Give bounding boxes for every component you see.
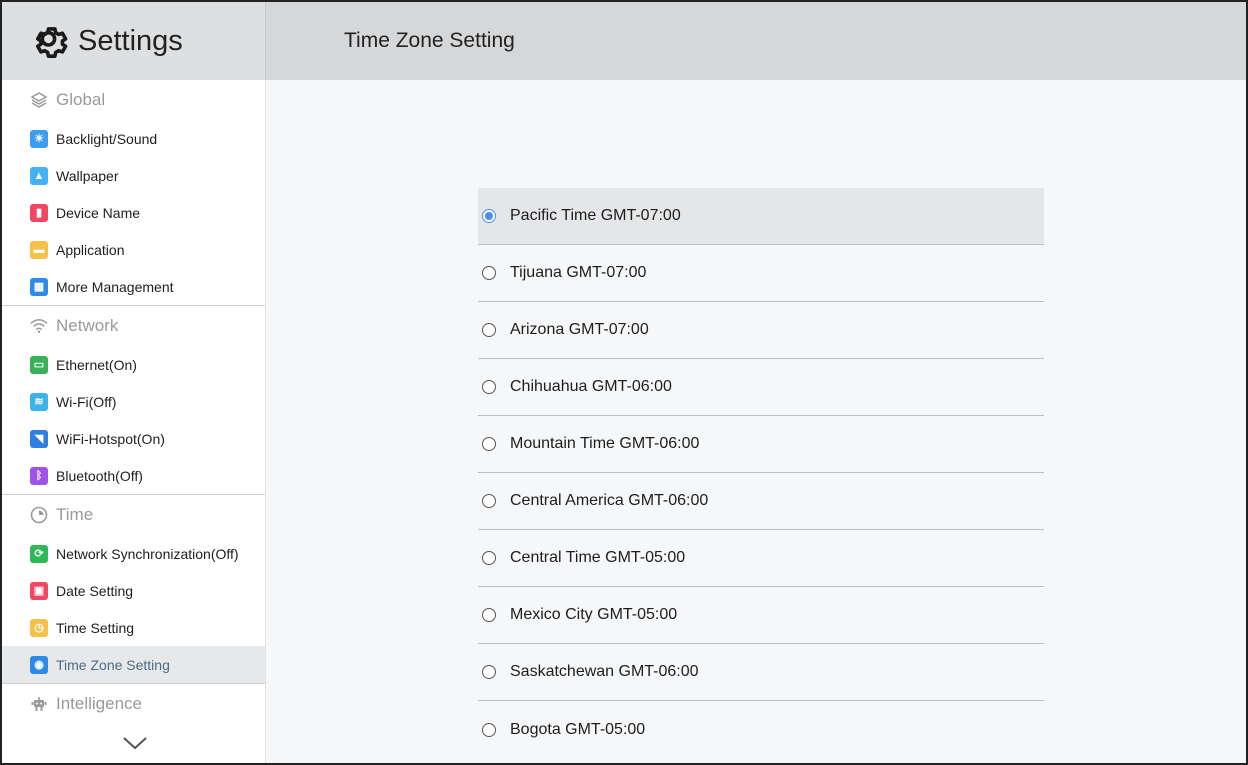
chevron-down-icon[interactable] <box>120 733 150 753</box>
timezone-option[interactable]: Bogota GMT-05:00 <box>478 701 1044 758</box>
timezone-option[interactable]: Tijuana GMT-07:00 <box>478 245 1044 302</box>
sidebar: Global ☀ Backlight/Sound ▲ Wallpaper ▮ D… <box>2 80 266 763</box>
timezone-option[interactable]: Mountain Time GMT-06:00 <box>478 416 1044 473</box>
timezone-option[interactable]: Pacific Time GMT-07:00 <box>478 188 1044 245</box>
sidebar-item-time-setting[interactable]: ◷ Time Setting <box>2 609 265 646</box>
radio-button[interactable] <box>482 494 496 508</box>
layers-icon <box>30 91 48 109</box>
timezone-option[interactable]: Central Time GMT-05:00 <box>478 530 1044 587</box>
timezone-label: Mexico City GMT-05:00 <box>510 606 678 623</box>
radio-button-selected[interactable] <box>482 209 496 223</box>
timezone-label: Tijuana GMT-07:00 <box>510 264 647 281</box>
sidebar-item-label: Ethernet(On) <box>56 356 137 373</box>
sidebar-item-label: Device Name <box>56 204 141 221</box>
backlight-sound-icon: ☀ <box>30 129 48 148</box>
radio-button[interactable] <box>482 266 496 280</box>
page-title: Time Zone Setting <box>344 29 515 52</box>
wifi-icon <box>30 317 48 335</box>
calendar-icon: ▣ <box>30 581 48 600</box>
section-header-time[interactable]: Time <box>2 495 265 535</box>
sidebar-item-label: Network Synchronization(Off) <box>56 545 239 562</box>
sidebar-item-application[interactable]: ▬ Application <box>2 231 265 268</box>
section-title: Network <box>56 316 119 335</box>
sidebar-item-label: Application <box>56 241 125 258</box>
main-content: Pacific Time GMT-07:00 Tijuana GMT-07:00… <box>266 80 1246 763</box>
radio-button[interactable] <box>482 608 496 622</box>
wifi-item-icon: ≋ <box>30 392 48 411</box>
timezone-label: Bogota GMT-05:00 <box>510 720 646 738</box>
settings-brand: Settings <box>2 2 266 80</box>
timezone-option[interactable]: Central America GMT-06:00 <box>478 473 1044 530</box>
sidebar-item-bluetooth[interactable]: ᛒ Bluetooth(Off) <box>2 457 265 494</box>
sync-icon: ⟳ <box>30 544 48 563</box>
sidebar-item-wifi-hotspot[interactable]: ◥ WiFi-Hotspot(On) <box>2 420 265 457</box>
sidebar-item-more-management[interactable]: ▦ More Management <box>2 268 265 305</box>
timezone-label: Pacific Time GMT-07:00 <box>510 207 681 224</box>
timezone-label: Arizona GMT-07:00 <box>510 321 649 338</box>
wallpaper-icon: ▲ <box>30 166 48 185</box>
device-name-icon: ▮ <box>30 203 48 222</box>
sidebar-item-label: Time Setting <box>56 619 135 636</box>
timezone-label: Saskatchewan GMT-06:00 <box>510 663 699 680</box>
timezone-option[interactable]: Arizona GMT-07:00 <box>478 302 1044 359</box>
sidebar-item-time-zone-setting[interactable]: ◉ Time Zone Setting <box>2 646 265 683</box>
sidebar-item-label: Backlight/Sound <box>56 130 158 147</box>
top-bar: Settings Time Zone Setting <box>2 2 1246 80</box>
settings-window: Settings Time Zone Setting Global ☀ Back… <box>0 0 1248 765</box>
radio-button[interactable] <box>482 323 496 337</box>
section-title: Time <box>56 505 94 524</box>
sidebar-item-network-synchronization[interactable]: ⟳ Network Synchronization(Off) <box>2 535 265 572</box>
radio-button[interactable] <box>482 722 496 737</box>
section-header-intelligence[interactable]: Intelligence <box>2 684 265 724</box>
sidebar-item-label: Wallpaper <box>56 167 119 184</box>
robot-icon <box>30 695 48 713</box>
timezone-option[interactable]: Saskatchewan GMT-06:00 <box>478 644 1044 701</box>
radio-button[interactable] <box>482 380 496 394</box>
timezone-label: Mountain Time GMT-06:00 <box>510 435 700 452</box>
sidebar-item-label: Wi-Fi(Off) <box>56 393 117 410</box>
hotspot-icon: ◥ <box>30 429 48 448</box>
timezone-option[interactable]: Mexico City GMT-05:00 <box>478 587 1044 644</box>
sidebar-item-backlight-sound[interactable]: ☀ Backlight/Sound <box>2 120 265 157</box>
time-setting-icon: ◷ <box>30 618 48 637</box>
sidebar-item-label: Time Zone Setting <box>56 656 170 673</box>
section-header-global[interactable]: Global <box>2 80 265 120</box>
ethernet-icon: ▭ <box>30 355 48 374</box>
timezone-list: Pacific Time GMT-07:00 Tijuana GMT-07:00… <box>478 188 1044 758</box>
section-header-network[interactable]: Network <box>2 306 265 346</box>
sidebar-item-device-name[interactable]: ▮ Device Name <box>2 194 265 231</box>
sidebar-item-label: Date Setting <box>56 582 134 599</box>
sidebar-item-wallpaper[interactable]: ▲ Wallpaper <box>2 157 265 194</box>
radio-button[interactable] <box>482 665 496 679</box>
sidebar-item-label: WiFi-Hotspot(On) <box>56 430 165 447</box>
sidebar-item-label: Bluetooth(Off) <box>56 467 143 484</box>
more-management-icon: ▦ <box>30 277 48 296</box>
sidebar-item-wifi[interactable]: ≋ Wi-Fi(Off) <box>2 383 265 420</box>
timezone-label: Central America GMT-06:00 <box>510 492 709 509</box>
sidebar-item-label: More Management <box>56 278 174 295</box>
radio-button[interactable] <box>482 437 496 451</box>
gear-icon <box>35 27 68 58</box>
section-title: Global <box>56 90 106 109</box>
app-title: Settings <box>78 24 183 57</box>
sidebar-item-ethernet[interactable]: ▭ Ethernet(On) <box>2 346 265 383</box>
radio-button[interactable] <box>482 551 496 565</box>
timezone-label: Central Time GMT-05:00 <box>510 549 686 566</box>
sidebar-item-date-setting[interactable]: ▣ Date Setting <box>2 572 265 609</box>
bluetooth-icon: ᛒ <box>30 466 48 485</box>
timezone-option[interactable]: Chihuahua GMT-06:00 <box>478 359 1044 416</box>
application-icon: ▬ <box>30 240 48 259</box>
timezone-label: Chihuahua GMT-06:00 <box>510 378 672 395</box>
section-title: Intelligence <box>56 694 143 713</box>
timezone-icon: ◉ <box>30 655 48 674</box>
clock-icon <box>30 506 48 524</box>
